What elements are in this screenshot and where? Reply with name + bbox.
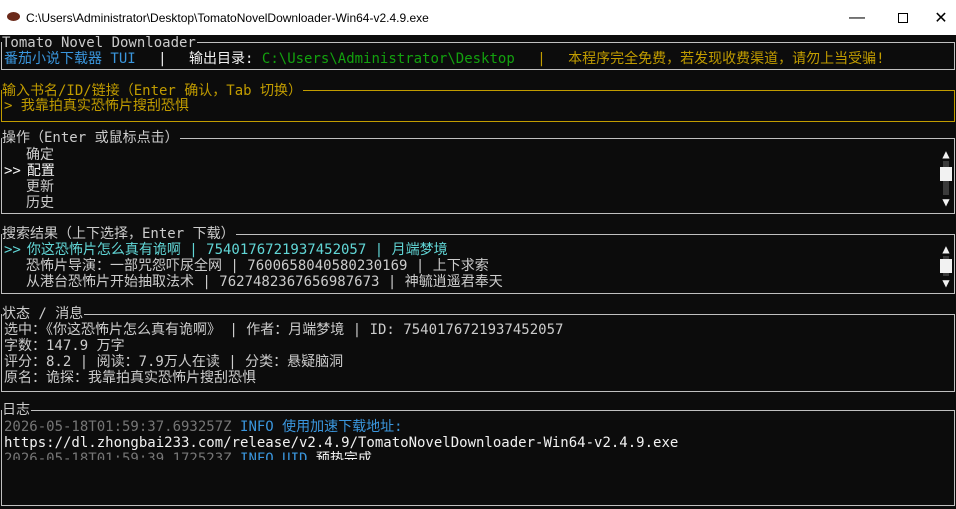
status-line-original-name: 原名：诡探：我靠拍真实恐怖片搜刮恐惧 [4, 370, 256, 386]
scroll-up-icon[interactable]: ▲ [939, 147, 953, 161]
action-history[interactable]: 历史 [26, 195, 54, 211]
result-row[interactable]: 从港台恐怖片开始抽取法术 | 7627482367656987673 | 神毓逍… [26, 274, 503, 290]
input-prompt: > [4, 98, 13, 114]
log-entry: 2026-05-18T01:59:37.693257Z INFO 使用加速下载地… [4, 419, 403, 435]
scroll-thumb[interactable] [940, 259, 952, 273]
app-name: 番茄小说下载器 TUI [4, 51, 136, 67]
log-label: 日志 [2, 402, 31, 418]
maximize-icon [898, 12, 908, 23]
output-dir-label: 输出目录: [189, 51, 254, 67]
maximize-button[interactable] [880, 0, 926, 35]
window-titlebar[interactable]: C:\Users\Administrator\Desktop\TomatoNov… [0, 0, 956, 35]
output-dir-path[interactable]: C:\Users\Administrator\Desktop [262, 51, 515, 67]
results-scrollbar[interactable]: ▲ ▼ [939, 242, 953, 290]
action-confirm[interactable]: 确定 [26, 147, 54, 163]
action-config[interactable]: >> 配置 [4, 163, 55, 179]
scroll-thumb[interactable] [940, 167, 952, 181]
search-input-label: 输入书名/ID/链接（Enter 确认，Tab 切换） [2, 83, 304, 99]
actions-scrollbar[interactable]: ▲ ▼ [939, 147, 953, 209]
header-separator: | [158, 51, 167, 67]
selected-marker: >> [4, 242, 21, 258]
minimize-icon: — [849, 8, 865, 26]
log-entry: 2026-05-18T01:59:39.172523Z INFO UID 预热完… [4, 451, 372, 460]
header-separator: | [537, 51, 546, 67]
terminal-area[interactable]: Tomato Novel Downloader 番茄小说下载器 TUI | 输出… [0, 35, 956, 509]
result-row-selected[interactable]: >> 你这恐怖片怎么真有诡啊 | 7540176721937452057 | 月端… [4, 242, 448, 258]
selected-marker: >> [4, 163, 21, 179]
log-timestamp: 2026-05-18T01:59:39.172523Z [4, 451, 232, 460]
scroll-up-icon[interactable]: ▲ [939, 242, 953, 256]
results-label: 搜索结果（上下选择，Enter 下载） [2, 226, 236, 242]
actions-panel [1, 138, 955, 214]
scroll-down-icon[interactable]: ▼ [939, 276, 953, 290]
status-line-selected: 选中：《你这恐怖片怎么真有诡啊》 | 作者：月端梦境 | ID: 7540176… [4, 322, 564, 338]
status-label: 状态 / 消息 [2, 306, 85, 322]
log-level: INFO [240, 419, 274, 435]
log-timestamp: 2026-05-18T01:59:37.693257Z [4, 419, 232, 435]
tomato-app-icon [7, 12, 20, 21]
header-line: 番茄小说下载器 TUI | 输出目录: C:\Users\Administrat… [4, 51, 885, 67]
scroll-down-icon[interactable]: ▼ [939, 195, 953, 209]
close-button[interactable]: ✕ [926, 0, 956, 35]
free-notice: 本程序完全免费，若发现收费渠道，请勿上当受骗! [568, 51, 885, 67]
log-url: https://dl.zhongbai233.com/release/v2.4.… [4, 435, 679, 451]
log-message: 预热完成 [315, 451, 372, 460]
search-input-value: 我靠拍真实恐怖片搜刮恐惧 [20, 98, 189, 114]
log-message: 使用加速下载地址: [282, 419, 403, 435]
actions-label: 操作（Enter 或鼠标点击） [2, 130, 180, 146]
status-line-rating: 评分：8.2 | 阅读：7.9万人在读 | 分类：悬疑脑洞 [4, 354, 344, 370]
close-icon: ✕ [934, 9, 948, 27]
action-update[interactable]: 更新 [26, 179, 54, 195]
header-box-title: Tomato Novel Downloader [2, 35, 197, 51]
search-input[interactable]: > 我靠拍真实恐怖片搜刮恐惧 [4, 98, 189, 114]
result-row[interactable]: 恐怖片导演：一部咒怨吓尿全网 | 7600658040580230169 | 上… [26, 258, 489, 274]
window-title: C:\Users\Administrator\Desktop\TomatoNov… [26, 11, 429, 25]
log-level: INFO UID [240, 451, 308, 460]
status-line-wordcount: 字数：147.9 万字 [4, 338, 125, 354]
minimize-button[interactable]: — [834, 0, 880, 35]
